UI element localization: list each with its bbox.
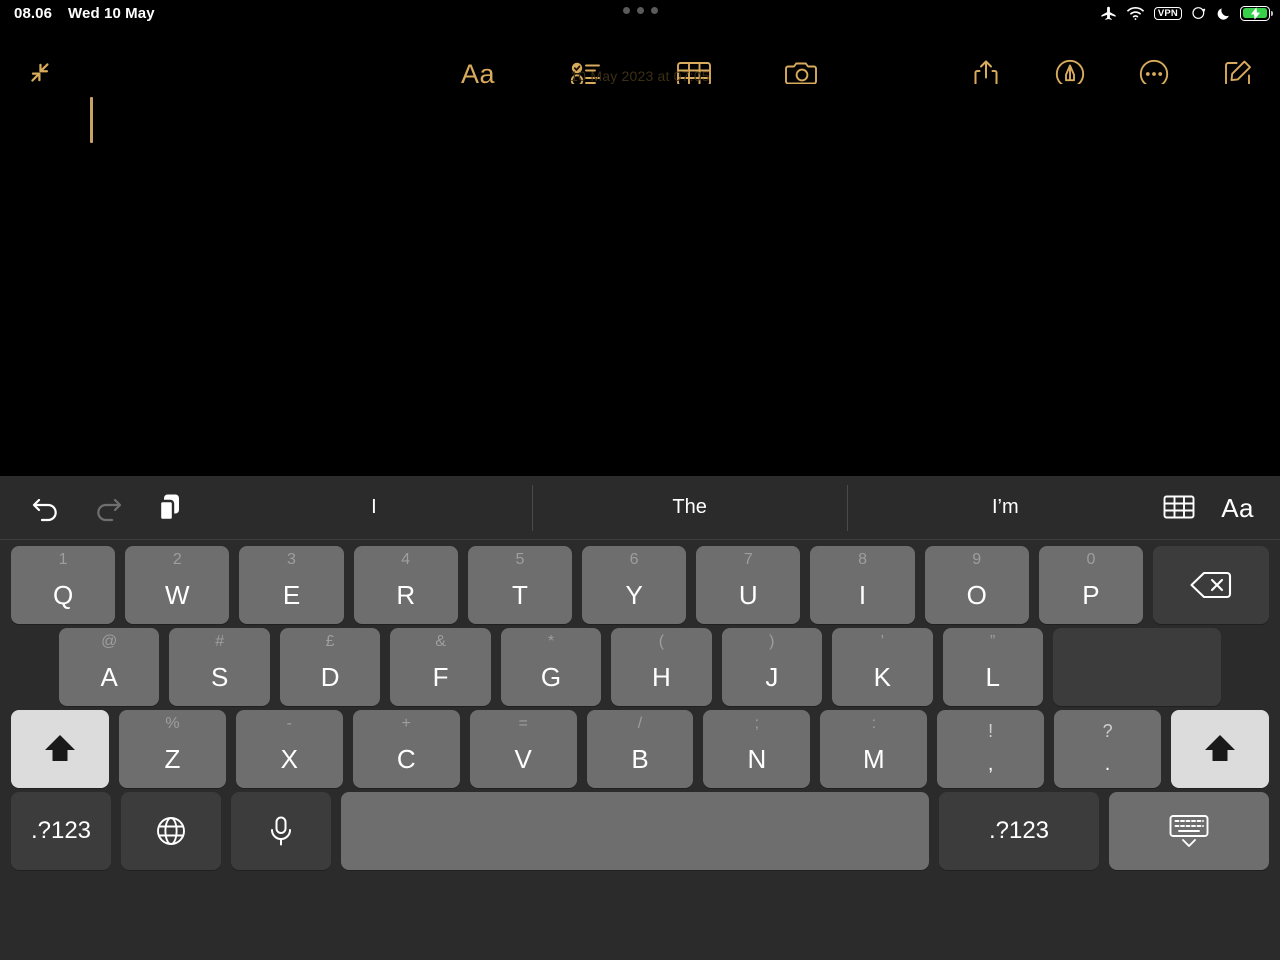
paste-icon[interactable] [152, 490, 188, 526]
do-not-disturb-icon [1216, 6, 1231, 21]
handle-dot [636, 7, 644, 14]
key-z[interactable]: % Z [119, 710, 226, 788]
format-text-button[interactable]: Aa [1221, 495, 1254, 521]
suggestion-item[interactable]: I [216, 485, 532, 531]
airplane-mode-icon [1100, 5, 1117, 22]
key-s[interactable]: # S [169, 628, 270, 706]
key-period[interactable]: ? . [1054, 710, 1162, 788]
suggestion-item[interactable]: The [531, 484, 848, 531]
rotation-lock-icon [1191, 5, 1207, 21]
key-o[interactable]: 9 O [924, 546, 1029, 624]
key-comma[interactable]: ! , [937, 710, 1045, 788]
shift-icon[interactable] [11, 710, 109, 788]
note-date-stamp: 10 May 2023 at 07:05 [570, 68, 710, 84]
keyboard-row-1: 1 Q 2 W 3 E 4 R 5 T 6 Y 7 U 8 I 9 O 0 P [6, 546, 1274, 624]
predictive-tools [0, 490, 216, 526]
key-p[interactable]: 0 P [1038, 546, 1144, 624]
key-q[interactable]: 1 Q [11, 546, 116, 624]
key-d[interactable]: £ D [279, 628, 381, 706]
key-e[interactable]: 3 E [239, 546, 344, 624]
key-g[interactable]: * G [500, 628, 602, 706]
multitasking-handle[interactable] [0, 7, 1280, 14]
key-grid: 1 Q 2 W 3 E 4 R 5 T 6 Y 7 U 8 I 9 O 0 P … [0, 540, 1280, 870]
return-key[interactable] [1052, 628, 1221, 706]
note-editor-area[interactable]: 10 May 2023 at 07:05 [0, 68, 1280, 476]
predictive-bar: I The I’m Aa [0, 476, 1280, 540]
undo-icon[interactable] [28, 490, 64, 526]
table-icon[interactable] [1163, 494, 1195, 521]
keyboard-row-2: @ A # S £ D & F * G (H) J ’ K ” L [6, 628, 1274, 706]
key-h[interactable]: ( H [611, 628, 712, 706]
key-w[interactable]: 2 W [125, 546, 230, 624]
key-y[interactable]: 6 Y [582, 546, 687, 624]
key-m[interactable]: : M [820, 710, 928, 788]
status-bar: 08.06 Wed 10 May VPN [0, 0, 1280, 26]
vpn-badge: VPN [1153, 6, 1182, 20]
key-n[interactable]: ; N [703, 710, 811, 788]
key-l[interactable]: ” L [942, 628, 1043, 706]
dismiss-keyboard-icon[interactable] [1109, 792, 1269, 870]
handle-dot [622, 7, 630, 14]
redo-icon [90, 490, 126, 526]
suggestion-item[interactable]: I’m [847, 484, 1163, 531]
key-j[interactable]: ) J [721, 628, 823, 706]
battery-charging-icon [1240, 5, 1273, 21]
globe-icon[interactable] [121, 792, 221, 870]
status-bar-right: VPN [1100, 0, 1273, 26]
suggestion-list: I The I’m [216, 484, 1163, 531]
key-t[interactable]: 5 T [467, 546, 573, 624]
key-u[interactable]: 7 U [696, 546, 801, 624]
microphone-icon[interactable] [231, 792, 331, 870]
keyboard-row-4: .?123 .?123 [6, 792, 1274, 870]
key-a[interactable]: @ A [59, 628, 160, 706]
keyboard-row-3: % Z - X + C = V / B ; N: M ! , ? . [6, 710, 1274, 788]
text-caret [90, 97, 93, 143]
shift-icon[interactable] [1171, 710, 1270, 788]
key-k[interactable]: ’ K [832, 628, 933, 706]
ipad-notes-screen: 08.06 Wed 10 May VPN Aa 10 May 2023 at 0… [0, 0, 1280, 960]
charging-bolt-icon [1241, 6, 1269, 20]
handle-dot [650, 7, 658, 14]
key-i[interactable]: 8 I [810, 546, 915, 624]
onscreen-keyboard: I The I’m Aa 1 Q 2 W 3 E 4 R 5 T 6 Y 7 U… [0, 476, 1280, 960]
key-b[interactable]: / B [586, 710, 694, 788]
numbers-key-right[interactable]: .?123 [939, 792, 1099, 870]
predictive-right-tools: Aa [1163, 494, 1280, 521]
key-f[interactable]: & F [390, 628, 491, 706]
wifi-icon [1126, 6, 1145, 21]
space-key[interactable] [341, 792, 929, 870]
backspace-icon[interactable] [1153, 546, 1270, 624]
key-c[interactable]: + C [352, 710, 460, 788]
key-v[interactable]: = V [469, 710, 577, 788]
key-x[interactable]: - X [235, 710, 343, 788]
key-r[interactable]: 4 R [353, 546, 458, 624]
numbers-key-left[interactable]: .?123 [11, 792, 111, 870]
